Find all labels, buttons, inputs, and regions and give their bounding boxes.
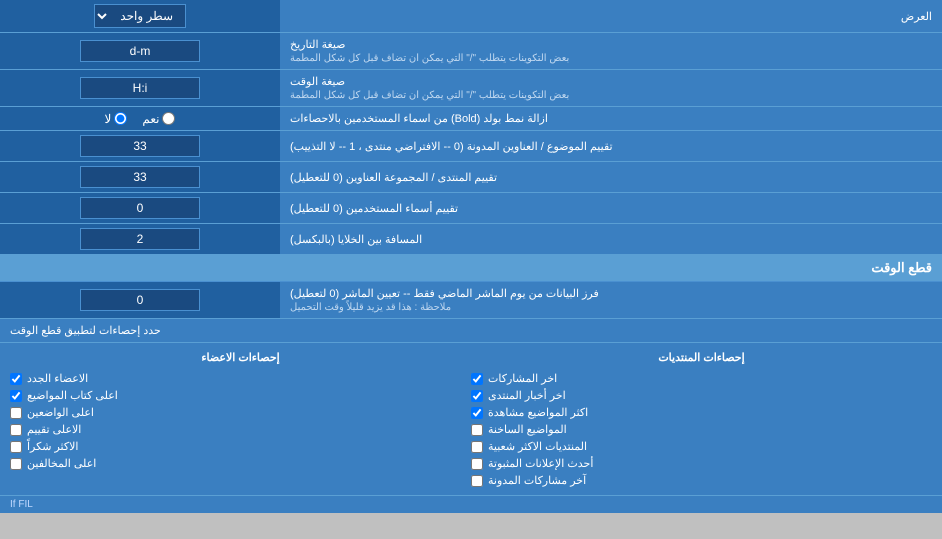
checkbox-item: آخر مشاركات المدونة (471, 474, 932, 487)
forum-stats-header: إحصاءات المنتديات (471, 351, 932, 364)
time-cutoff-input-area (0, 282, 280, 318)
date-format-label: صيغة التاريخ بعض التكوينات يتطلب "/" الت… (280, 33, 942, 69)
checkbox-top-writers[interactable] (10, 390, 22, 402)
members-stats-header: إحصاءات الاعضاء (10, 351, 471, 364)
forum-stats-col: إحصاءات المنتديات اخر المشاركات اخر أخبا… (471, 351, 932, 487)
checkboxes-section: إحصاءات المنتديات اخر المشاركات اخر أخبا… (0, 343, 942, 496)
cell-spacing-input[interactable] (80, 228, 200, 250)
time-format-input[interactable]: H:i (80, 77, 200, 99)
users-order-input[interactable] (80, 197, 200, 219)
users-order-input-area (0, 193, 280, 223)
checkbox-item: الاعضاء الجدد (10, 372, 471, 385)
bold-remove-label: ازالة نمط بولد (Bold) من اسماء المستخدمي… (280, 107, 942, 130)
checkbox-item: اخر أخبار المنتدى (471, 389, 932, 402)
display-select[interactable]: سطر واحد سطرين ثلاثة أسطر (94, 4, 186, 28)
time-cutoff-input[interactable] (80, 289, 200, 311)
checkbox-latest-announcements[interactable] (471, 458, 483, 470)
time-cutoff-label: فرز البيانات من يوم الماشر الماضي فقط --… (280, 282, 942, 318)
bold-remove-yes-option[interactable]: نعم (142, 112, 175, 126)
checkbox-top-rated[interactable] (10, 424, 22, 436)
checkbox-popular-forums[interactable] (471, 441, 483, 453)
checkbox-item: المواضيع الساخنة (471, 423, 932, 436)
checkbox-item: أحدث الإعلانات المثبوتة (471, 457, 932, 470)
checkbox-hot-topics[interactable] (471, 424, 483, 436)
checkbox-most-thanked[interactable] (10, 441, 22, 453)
bold-remove-no-option[interactable]: لا (105, 112, 128, 126)
date-format-input-area: d-m (0, 33, 280, 69)
topics-order-input[interactable] (80, 135, 200, 157)
checkbox-last-news[interactable] (471, 390, 483, 402)
time-format-label: صيغة الوقت بعض التكوينات يتطلب "/" التي … (280, 70, 942, 106)
checkbox-item: اعلى كتاب المواضيع (10, 389, 471, 402)
bold-remove-no-label: لا (105, 112, 112, 126)
checkbox-item: اعلى الواضعين (10, 406, 471, 419)
pulse-text: If FIL (10, 499, 33, 510)
forum-order-label: تقييم المنتدى / المجموعة العناوين (0 للت… (280, 162, 942, 192)
bold-remove-yes-label: نعم (142, 112, 159, 126)
checkbox-item: المنتديات الاكثر شعبية (471, 440, 932, 453)
display-input-area: سطر واحد سطرين ثلاثة أسطر (0, 0, 280, 32)
checkbox-last-blog[interactable] (471, 475, 483, 487)
checkbox-most-viewed[interactable] (471, 407, 483, 419)
bold-remove-yes-radio[interactable] (162, 112, 175, 125)
display-label: العرض (280, 5, 942, 28)
define-stats-label: حدد إحصاءات لتطبيق قطع الوقت (0, 319, 942, 342)
checkbox-top-violators[interactable] (10, 458, 22, 470)
members-stats-col: إحصاءات الاعضاء الاعضاء الجدد اعلى كتاب … (10, 351, 471, 487)
bold-remove-no-radio[interactable] (114, 112, 127, 125)
time-format-input-area: H:i (0, 70, 280, 106)
cell-spacing-label: المسافة بين الخلايا (بالبكسل) (280, 224, 942, 254)
cell-spacing-input-area (0, 224, 280, 254)
forum-order-input-area (0, 162, 280, 192)
date-format-input[interactable]: d-m (80, 40, 200, 62)
checkbox-item: الاكثر شكراً (10, 440, 471, 453)
users-order-label: تقييم أسماء المستخدمين (0 للتعطيل) (280, 193, 942, 223)
checkbox-item: الاعلى تقييم (10, 423, 471, 436)
topics-order-label: تقييم الموضوع / العناوين المدونة (0 -- ا… (280, 131, 942, 161)
checkbox-top-posters[interactable] (10, 407, 22, 419)
checkbox-item: اعلى المخالفين (10, 457, 471, 470)
bold-remove-options: نعم لا (0, 107, 280, 130)
checkbox-item: اكثر المواضيع مشاهدة (471, 406, 932, 419)
checkbox-item: اخر المشاركات (471, 372, 932, 385)
forum-order-input[interactable] (80, 166, 200, 188)
pulse-row: If FIL (0, 496, 942, 513)
time-cutoff-section-title: قطع الوقت (0, 255, 942, 282)
checkbox-last-posts[interactable] (471, 373, 483, 385)
topics-order-input-area (0, 131, 280, 161)
checkbox-new-members[interactable] (10, 373, 22, 385)
